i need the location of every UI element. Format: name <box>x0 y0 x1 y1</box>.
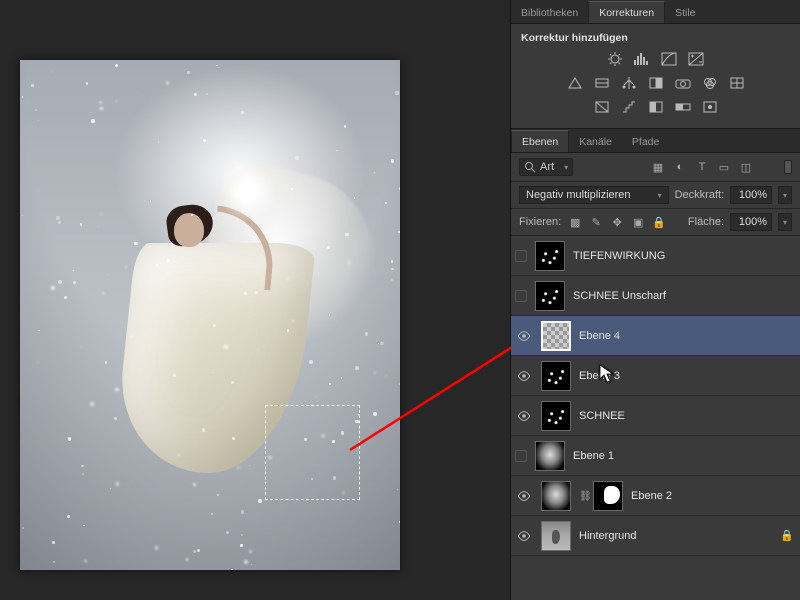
adjustments-panel: Bibliotheken Korrekturen Stile Korrektur… <box>511 0 800 128</box>
lock-all-icon[interactable]: 🔒 <box>651 216 667 229</box>
layer-thumbnail[interactable] <box>541 361 571 391</box>
lock-artboard-icon[interactable]: ▣ <box>630 216 646 229</box>
selective-color-icon[interactable] <box>699 98 721 116</box>
posterize-icon[interactable] <box>618 98 640 116</box>
layer-thumbnail[interactable] <box>541 521 571 551</box>
lock-transparency-icon[interactable]: ▩ <box>567 216 583 229</box>
search-icon <box>524 161 536 173</box>
layer-name[interactable]: Ebene 4 <box>579 330 620 342</box>
layer-list[interactable]: TIEFENWIRKUNG SCHNEE Unscharf Ebene 4 Ebene… <box>511 236 800 600</box>
color-balance-icon[interactable] <box>618 74 640 92</box>
visibility-toggle[interactable] <box>515 529 533 543</box>
channel-mixer-icon[interactable] <box>699 74 721 92</box>
layer-thumbnail[interactable] <box>535 441 565 471</box>
visibility-toggle[interactable] <box>515 290 527 302</box>
tab-pfade[interactable]: Pfade <box>622 131 669 152</box>
layer-thumbnail[interactable] <box>541 481 571 511</box>
filter-pixel-icon[interactable]: ▦ <box>650 161 666 174</box>
visibility-toggle[interactable] <box>515 409 533 423</box>
layer-name[interactable]: Hintergrund <box>579 530 636 542</box>
curves-icon[interactable] <box>658 50 680 68</box>
layer-row[interactable]: Ebene 4 <box>511 316 800 356</box>
layer-name[interactable]: SCHNEE <box>579 410 625 422</box>
visibility-toggle[interactable] <box>515 450 527 462</box>
layer-row[interactable]: ⛓ Ebene 2 <box>511 476 800 516</box>
opacity-input[interactable]: 100% <box>730 186 772 204</box>
filter-type-icon[interactable]: T <box>694 161 710 174</box>
tab-stile[interactable]: Stile <box>665 2 705 23</box>
layer-name[interactable]: SCHNEE Unscharf <box>573 290 666 302</box>
tab-bibliotheken[interactable]: Bibliotheken <box>511 2 588 23</box>
hue-sat-icon[interactable] <box>591 74 613 92</box>
canvas-area <box>0 0 510 600</box>
visibility-toggle[interactable] <box>515 369 533 383</box>
threshold-icon[interactable] <box>645 98 667 116</box>
exposure-icon[interactable] <box>685 50 707 68</box>
blend-mode-dropdown[interactable]: Negativ multiplizieren ▾ <box>519 186 669 204</box>
fill-slider-caret[interactable]: ▾ <box>778 213 792 231</box>
filter-adjust-icon[interactable]: ◐ <box>672 161 688 174</box>
fill-input[interactable]: 100% <box>730 213 772 231</box>
visibility-toggle[interactable] <box>515 250 527 262</box>
invert-icon[interactable] <box>591 98 613 116</box>
layers-panel: Ebenen Kanäle Pfade Art ▾ ▦ ◐ T ▭ ◫ Nega… <box>511 128 800 600</box>
layers-filter-bar: Art ▾ ▦ ◐ T ▭ ◫ <box>511 153 800 182</box>
document-canvas[interactable] <box>20 60 400 570</box>
tab-korrekturen[interactable]: Korrekturen <box>588 1 665 23</box>
mouse-cursor <box>599 364 615 384</box>
bw-icon[interactable] <box>645 74 667 92</box>
panel-tabs-top: Bibliotheken Korrekturen Stile <box>511 0 800 24</box>
layer-name[interactable]: TIEFENWIRKUNG <box>573 250 665 262</box>
layer-name[interactable]: Ebene 2 <box>631 490 672 502</box>
fill-label: Fläche: <box>688 216 724 228</box>
mask-link-icon[interactable]: ⛓ <box>579 490 585 502</box>
lock-image-icon[interactable]: ✎ <box>588 216 604 229</box>
gradient-map-icon[interactable] <box>672 98 694 116</box>
layer-name[interactable]: Ebene 1 <box>573 450 614 462</box>
layer-row[interactable]: SCHNEE Unscharf <box>511 276 800 316</box>
photo-filter-icon[interactable] <box>672 74 694 92</box>
layer-row[interactable]: Hintergrund 🔒 <box>511 516 800 556</box>
marquee-selection[interactable] <box>265 405 360 500</box>
color-lookup-icon[interactable] <box>726 74 748 92</box>
adjustments-title: Korrektur hinzufügen <box>521 32 790 44</box>
layer-thumbnail[interactable] <box>541 401 571 431</box>
visibility-toggle[interactable] <box>515 329 533 343</box>
right-panels: Bibliotheken Korrekturen Stile Korrektur… <box>510 0 800 600</box>
vibrance-icon[interactable] <box>564 74 586 92</box>
blend-mode-value: Negativ multiplizieren <box>526 189 631 201</box>
layer-thumbnail[interactable] <box>535 241 565 271</box>
lock-label: Fixieren: <box>519 216 561 228</box>
filter-kind-label: Art <box>540 161 554 173</box>
layer-thumbnail[interactable] <box>541 321 571 351</box>
layer-thumbnail[interactable] <box>535 281 565 311</box>
lock-icon: 🔒 <box>780 529 794 542</box>
lock-position-icon[interactable]: ✥ <box>609 216 625 229</box>
opacity-slider-caret[interactable]: ▾ <box>778 186 792 204</box>
levels-icon[interactable] <box>631 50 653 68</box>
layer-row[interactable]: Ebene 3 <box>511 356 800 396</box>
brightness-contrast-icon[interactable] <box>604 50 626 68</box>
layer-row[interactable]: SCHNEE <box>511 396 800 436</box>
layer-row[interactable]: Ebene 1 <box>511 436 800 476</box>
opacity-label: Deckkraft: <box>675 189 725 201</box>
tab-ebenen[interactable]: Ebenen <box>511 130 569 152</box>
layer-mask-thumbnail[interactable] <box>593 481 623 511</box>
filter-smart-icon[interactable]: ◫ <box>738 161 754 174</box>
layer-row[interactable]: TIEFENWIRKUNG <box>511 236 800 276</box>
filter-shape-icon[interactable]: ▭ <box>716 161 732 174</box>
tab-kanale[interactable]: Kanäle <box>569 131 622 152</box>
filter-toggle-switch[interactable] <box>784 160 792 174</box>
panel-tabs-layers: Ebenen Kanäle Pfade <box>511 129 800 153</box>
visibility-toggle[interactable] <box>515 489 533 503</box>
filter-kind-dropdown[interactable]: Art ▾ <box>519 158 573 176</box>
